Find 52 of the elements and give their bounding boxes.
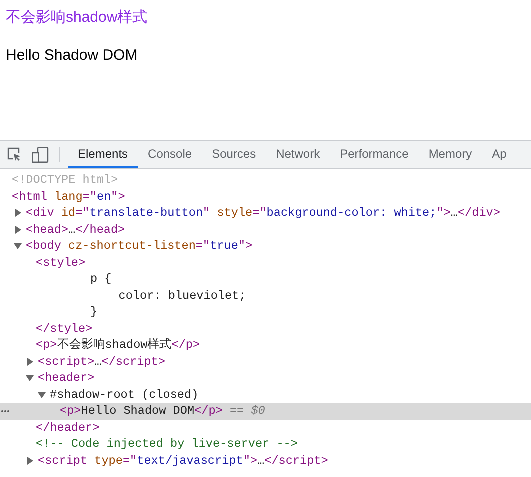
code-line: <!-- Code injected by live-server --> bbox=[36, 437, 298, 452]
code-line: <head>…</head> bbox=[26, 222, 126, 237]
dom-node-row[interactable]: <html lang="en"> bbox=[0, 188, 531, 205]
devtools-tab[interactable]: Network bbox=[266, 141, 330, 168]
dom-node-row[interactable]: <p>Hello Shadow DOM</p> == $0 bbox=[0, 403, 531, 420]
dom-node-row[interactable]: <head>…</head> bbox=[0, 222, 531, 238]
expand-triangle-icon[interactable] bbox=[14, 209, 22, 218]
devtools-tab[interactable]: Performance bbox=[330, 141, 419, 168]
devtools-tab[interactable]: Ap bbox=[482, 141, 517, 168]
device-toolbar-icon[interactable] bbox=[32, 146, 49, 162]
devtools-tab[interactable]: Console bbox=[138, 141, 202, 168]
code-line: <p>不会影响shadow样式</p> bbox=[36, 337, 200, 354]
more-icon[interactable] bbox=[1, 410, 10, 413]
dom-node-row[interactable]: <!-- Code injected by live-server --> bbox=[0, 436, 531, 452]
paragraph-text: Hello Shadow DOM bbox=[6, 46, 139, 66]
dom-node-row[interactable]: #shadow-root (closed) bbox=[0, 386, 531, 403]
collapse-triangle-icon[interactable] bbox=[38, 390, 46, 399]
dom-node-row[interactable]: color: blueviolet; bbox=[0, 288, 531, 304]
devtools-tab[interactable]: Memory bbox=[418, 141, 482, 168]
expand-triangle-icon[interactable] bbox=[26, 358, 34, 366]
dom-node-row[interactable]: <header> bbox=[0, 370, 531, 386]
devtools-tab[interactable]: Elements bbox=[68, 141, 138, 168]
dom-node-row[interactable]: <div id="translate-button" style="background-color: white;">…</div> bbox=[0, 205, 531, 222]
code-line: </header> bbox=[36, 420, 100, 435]
code-line: <p>Hello Shadow DOM</p> == $0 bbox=[60, 404, 266, 418]
collapse-triangle-icon[interactable] bbox=[26, 374, 34, 382]
code-line: #shadow-root (closed) bbox=[50, 388, 199, 402]
collapse-triangle-icon[interactable] bbox=[14, 242, 22, 250]
code-line: <script type="text/javascript">…</script> bbox=[38, 454, 328, 468]
dom-node-row[interactable]: p { bbox=[0, 271, 531, 288]
code-line: <body cz-shortcut-listen="true"> bbox=[26, 239, 253, 254]
devtools-tab[interactable]: Sources bbox=[202, 141, 266, 168]
code-line: color: blueviolet; bbox=[118, 288, 246, 303]
dom-node-row[interactable]: <script>…</script> bbox=[0, 354, 531, 370]
code-line: } bbox=[89, 305, 98, 320]
code-line: <!DOCTYPE html> bbox=[12, 173, 118, 188]
expand-triangle-icon[interactable] bbox=[14, 226, 22, 234]
code-line: <div id="translate-button" style="background-color: white;">…</div> bbox=[26, 206, 500, 220]
dom-node-row[interactable]: } bbox=[0, 304, 531, 320]
code-line: <style> bbox=[36, 256, 86, 270]
dom-node-row[interactable]: <script type="text/javascript">…</script> bbox=[0, 452, 531, 469]
dom-node-row[interactable]: <style> bbox=[0, 254, 531, 271]
dom-node-row[interactable]: <body cz-shortcut-listen="true"> bbox=[0, 238, 531, 254]
code-line: p { bbox=[89, 272, 112, 286]
inspect-cursor-icon[interactable] bbox=[7, 147, 22, 162]
code-line: </style> bbox=[36, 322, 93, 336]
dom-node-row[interactable]: <p>不会影响shadow样式</p> bbox=[0, 337, 531, 354]
code-line: <header> bbox=[38, 371, 95, 386]
code-line: <html lang="en"> bbox=[12, 190, 126, 204]
paragraph-text: 不会影响shadow样式 bbox=[6, 8, 149, 28]
code-line: <script>…</script> bbox=[38, 354, 166, 369]
expand-triangle-icon[interactable] bbox=[26, 456, 34, 465]
